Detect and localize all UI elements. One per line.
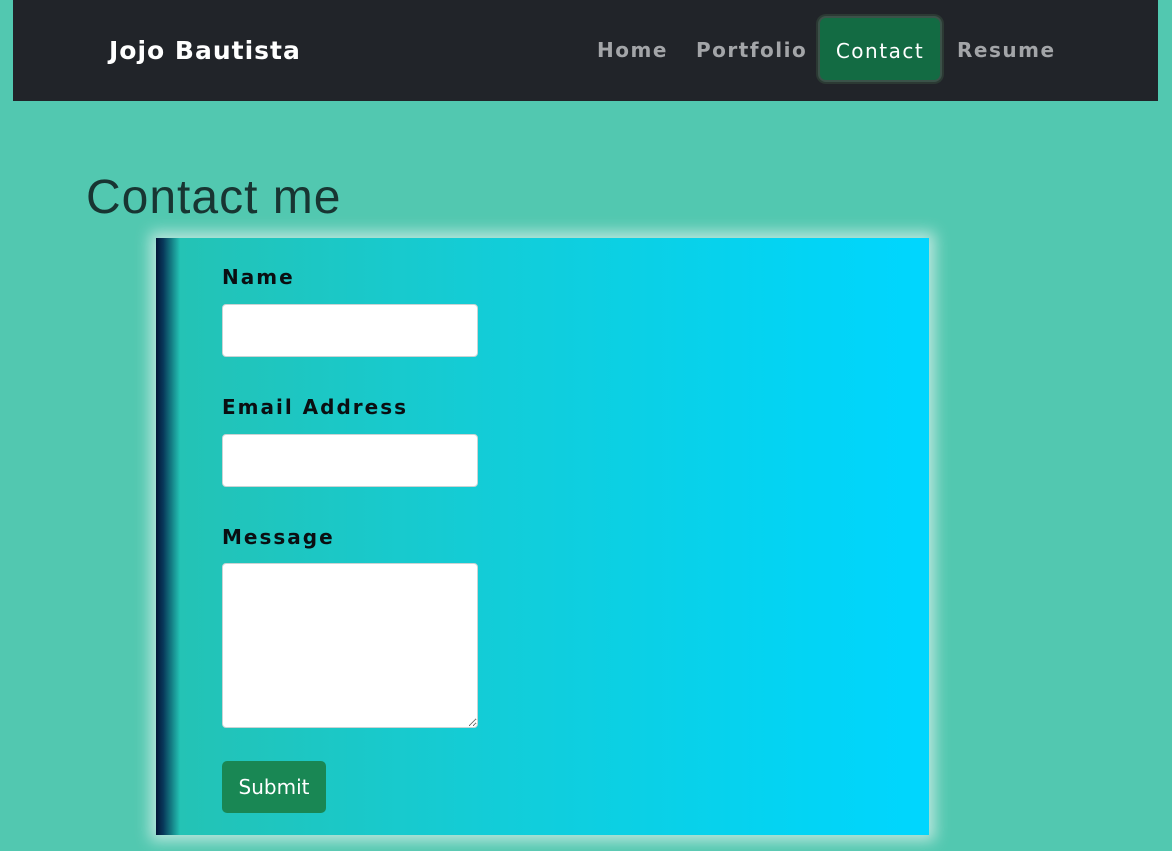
nav-link-contact[interactable]: Contact xyxy=(818,16,942,82)
brand-logo-text[interactable]: Jojo Bautista xyxy=(109,34,301,68)
name-label: Name xyxy=(222,265,295,289)
form-left-accent xyxy=(156,238,180,835)
navbar: Jojo Bautista Home Portfolio Contact Res… xyxy=(13,0,1158,101)
nav-link-home[interactable]: Home xyxy=(597,34,668,66)
email-label: Email Address xyxy=(222,395,409,419)
contact-form: Name Email Address Message Submit xyxy=(156,238,929,835)
page-title: Contact me xyxy=(86,171,342,224)
message-label: Message xyxy=(222,525,335,549)
submit-button[interactable]: Submit xyxy=(222,761,326,813)
name-input[interactable] xyxy=(222,304,478,357)
nav-link-portfolio[interactable]: Portfolio xyxy=(696,34,807,66)
email-input[interactable] xyxy=(222,434,478,487)
nav-link-resume[interactable]: Resume xyxy=(957,34,1056,66)
message-textarea[interactable] xyxy=(222,563,478,728)
